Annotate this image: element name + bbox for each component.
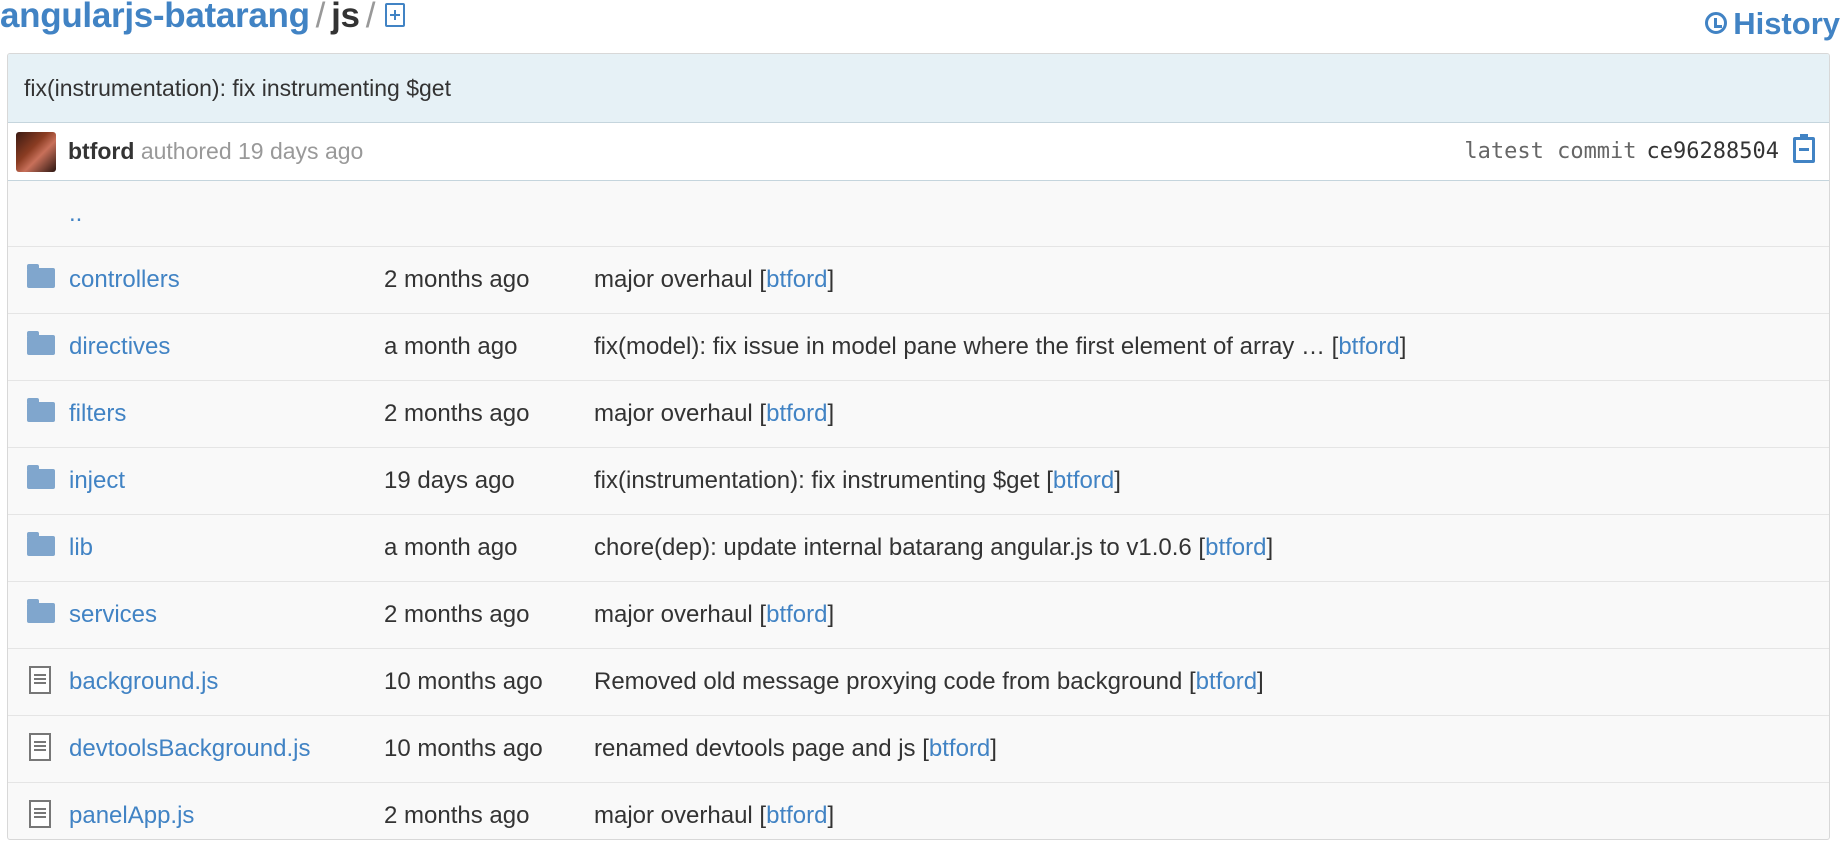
file-row: lib a month ago chore(dep): update interna… (8, 515, 1829, 582)
file-commit-message: renamed devtools page and js [btford] (594, 735, 997, 762)
file-commit-message: fix(instrumentation): fix instrumenting … (594, 467, 1121, 494)
file-age: a month ago (384, 333, 518, 360)
history-label: History (1733, 6, 1840, 41)
file-commit-message: chore(dep): update internal batarang ang… (594, 534, 1274, 561)
breadcrumb-repo-link[interactable]: angularjs-batarang (0, 0, 310, 35)
commit-author-link[interactable]: btford (1205, 534, 1266, 561)
latest-commit: latest commit ce96288504 (1464, 123, 1779, 180)
breadcrumb-separator: / (315, 0, 326, 35)
file-commit-message: major overhaul [btford] (594, 802, 835, 829)
commit-message-text[interactable]: Removed old message proxying code from b… (594, 668, 1182, 695)
commit-title: fix(instrumentation): fix instrumenting … (8, 54, 1829, 123)
file-name-link[interactable]: directives (69, 314, 170, 380)
breadcrumb-current-dir: js (331, 0, 360, 35)
avatar[interactable] (16, 132, 56, 172)
commit-message-text[interactable]: major overhaul (594, 802, 753, 829)
file-commit-message: major overhaul [btford] (594, 266, 835, 293)
folder-icon (27, 398, 55, 422)
commit-author-link[interactable]: btford (766, 266, 827, 293)
folder-icon (27, 599, 55, 623)
file-row: controllers 2 months ago major overhaul [b… (8, 247, 1829, 314)
file-commit-message: major overhaul [btford] (594, 400, 835, 427)
file-name-link[interactable]: background.js (69, 649, 218, 715)
file-browser: fix(instrumentation): fix instrumenting … (7, 53, 1830, 840)
file-age: a month ago (384, 534, 518, 561)
commit-message-text[interactable]: fix(model): fix issue in model pane wher… (594, 333, 1325, 360)
commit-author-link[interactable]: btford (766, 802, 827, 829)
file-name-link[interactable]: lib (69, 515, 93, 581)
parent-dir-row: .. (8, 181, 1829, 247)
commit-author-link[interactable]: btford (1053, 467, 1114, 494)
file-commit-message: major overhaul [btford] (594, 601, 835, 628)
parent-dir-link[interactable]: .. (69, 181, 82, 246)
file-row: panelApp.js 2 months ago major overhaul [b… (8, 783, 1829, 839)
folder-icon (27, 264, 55, 288)
clipboard-icon[interactable] (1793, 134, 1815, 163)
file-text-icon (29, 666, 51, 694)
file-commit-message: fix(model): fix issue in model pane wher… (594, 333, 1407, 360)
file-name-link[interactable]: controllers (69, 247, 180, 313)
file-row: services 2 months ago major overhaul [btfo… (8, 582, 1829, 649)
file-name-link[interactable]: filters (69, 381, 126, 447)
commit-message-text[interactable]: chore(dep): update internal batarang ang… (594, 534, 1192, 561)
breadcrumb: angularjs-batarang / js / (0, 0, 406, 36)
commit-author[interactable]: btford (68, 138, 134, 164)
commit-message-text[interactable]: major overhaul (594, 400, 753, 427)
folder-icon (27, 465, 55, 489)
file-age: 19 days ago (384, 467, 515, 494)
commit-sha[interactable]: ce96288504 (1647, 139, 1779, 164)
file-commit-message: Removed old message proxying code from b… (594, 668, 1264, 695)
file-row: inject 19 days ago fix(instrumentation): f… (8, 448, 1829, 515)
folder-icon (27, 532, 55, 556)
commit-message-text[interactable]: major overhaul (594, 601, 753, 628)
commit-authored-time: authored 19 days ago (140, 138, 364, 164)
file-row: devtoolsBackground.js 10 months ago rename… (8, 716, 1829, 783)
file-age: 2 months ago (384, 601, 530, 628)
commit-message-text[interactable]: renamed devtools page and js (594, 735, 916, 762)
file-row: directives a month ago fix(model): fix iss… (8, 314, 1829, 381)
file-age: 10 months ago (384, 735, 543, 762)
breadcrumb-separator: / (365, 0, 376, 35)
file-name-link[interactable]: panelApp.js (69, 783, 194, 839)
history-link[interactable]: History (1705, 6, 1840, 42)
file-age: 2 months ago (384, 400, 530, 427)
topbar: angularjs-batarang / js / History (0, 0, 1840, 50)
commit-author-link[interactable]: btford (1196, 668, 1257, 695)
file-name-link[interactable]: devtoolsBackground.js (69, 716, 310, 782)
latest-commit-label: latest commit (1464, 139, 1637, 164)
commit-author-link[interactable]: btford (929, 735, 990, 762)
history-clock-icon (1705, 11, 1728, 34)
file-age: 2 months ago (384, 266, 530, 293)
commit-author-line: btford authored 19 days ago (68, 123, 363, 180)
commit-message-text[interactable]: fix(instrumentation): fix instrumenting … (594, 467, 1040, 494)
file-row: filters 2 months ago major overhaul [btfor… (8, 381, 1829, 448)
commit-author-link[interactable]: btford (1338, 333, 1399, 360)
file-name-link[interactable]: inject (69, 448, 125, 514)
file-name-link[interactable]: services (69, 582, 157, 648)
file-row: background.js 10 months ago Removed old me… (8, 649, 1829, 716)
file-age: 10 months ago (384, 668, 543, 695)
commit-author-link[interactable]: btford (766, 601, 827, 628)
commit-meta: btford authored 19 days ago latest commi… (8, 123, 1829, 181)
folder-icon (27, 331, 55, 355)
file-add-icon[interactable] (385, 2, 406, 27)
commit-author-link[interactable]: btford (766, 400, 827, 427)
file-text-icon (29, 800, 51, 828)
file-text-icon (29, 733, 51, 761)
file-age: 2 months ago (384, 802, 530, 829)
commit-message-text[interactable]: major overhaul (594, 266, 753, 293)
file-list: controllers 2 months ago major overhaul [b… (8, 247, 1829, 839)
